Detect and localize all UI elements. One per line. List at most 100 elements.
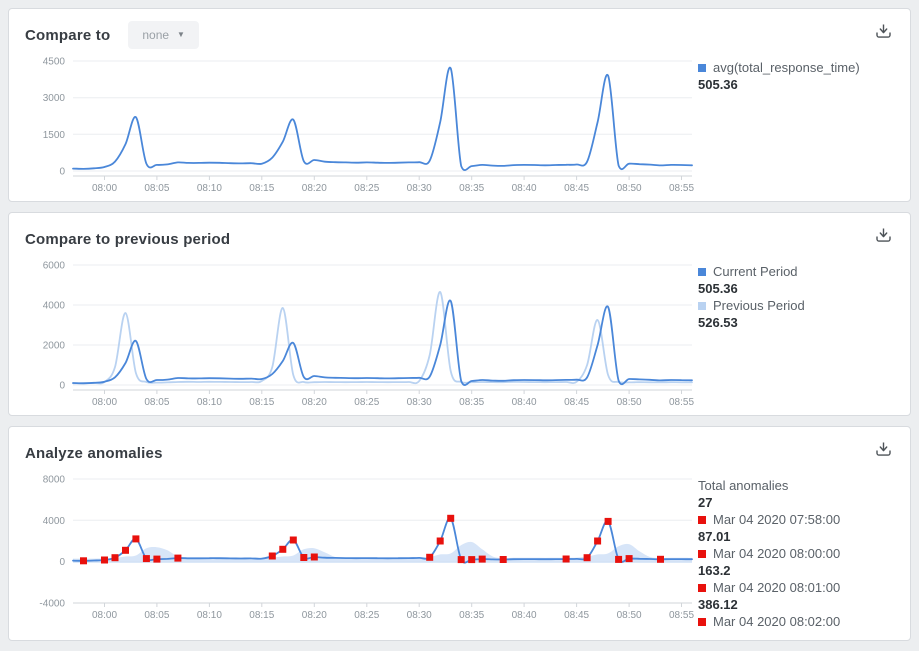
legend-label: Current Period — [698, 263, 892, 280]
legend-swatch — [698, 302, 706, 310]
chart-svg: 015003000450008:0008:0508:1008:1508:2008… — [25, 55, 702, 195]
legend-compare-to: avg(total_response_time)505.36 — [698, 59, 892, 93]
x-tick-label: 08:25 — [354, 610, 379, 621]
x-tick-label: 08:30 — [407, 183, 432, 194]
anomaly-marker — [153, 556, 160, 563]
x-tick-label: 08:30 — [407, 610, 432, 621]
x-tick-label: 08:55 — [669, 397, 694, 408]
y-tick-label: 0 — [59, 557, 65, 568]
x-tick-label: 08:15 — [249, 610, 274, 621]
anomaly-marker — [615, 556, 622, 563]
legend-swatch — [698, 550, 706, 558]
y-tick-label: 1500 — [43, 130, 66, 141]
x-tick-label: 08:15 — [249, 183, 274, 194]
download-icon — [875, 23, 892, 39]
x-tick-label: 08:25 — [354, 397, 379, 408]
legend-swatch — [698, 268, 706, 276]
x-tick-label: 08:45 — [564, 610, 589, 621]
anomaly-marker — [132, 535, 139, 542]
anomaly-marker — [143, 555, 150, 562]
y-tick-label: -4000 — [39, 599, 65, 610]
anomaly-marker — [80, 557, 87, 564]
x-tick-label: 08:45 — [564, 397, 589, 408]
legend-value: 386.12 — [698, 596, 892, 613]
anomaly-marker — [112, 554, 119, 561]
legend-value: 505.36 — [698, 280, 892, 297]
x-tick-label: 08:20 — [302, 610, 327, 621]
panel-anomalies: Analyze anomalies -400004000800008:0008:… — [8, 426, 911, 641]
x-tick-label: 08:15 — [249, 397, 274, 408]
x-tick-label: 08:00 — [92, 397, 117, 408]
panel-previous-period-main: Compare to previous period 0200040006000… — [9, 213, 698, 415]
panel-anomalies-aside: Total anomalies27Mar 04 2020 07:58:0087.… — [698, 427, 910, 640]
x-tick-label: 08:30 — [407, 397, 432, 408]
panel-title: Compare to previous period — [25, 231, 230, 248]
x-tick-label: 08:00 — [92, 183, 117, 194]
anomaly-marker — [300, 554, 307, 561]
dashboard: { "colors": { "accent_line": "#4a87d9", … — [8, 8, 911, 641]
x-tick-label: 08:25 — [354, 183, 379, 194]
y-tick-label: 4000 — [43, 301, 66, 312]
page-title: Compare to — [25, 27, 110, 44]
series-line — [73, 300, 692, 385]
chart-compare-to[interactable]: 015003000450008:0008:0508:1008:1508:2008… — [25, 55, 698, 195]
compare-to-dropdown[interactable]: none ▼ — [128, 21, 199, 49]
legend-label: Mar 04 2020 08:00:00 — [698, 545, 892, 562]
anomaly-marker — [269, 553, 276, 560]
anomaly-marker — [584, 554, 591, 561]
download-button[interactable] — [875, 441, 892, 459]
download-button[interactable] — [875, 23, 892, 41]
y-tick-label: 3000 — [43, 93, 66, 104]
legend-value: 163.2 — [698, 562, 892, 579]
x-tick-label: 08:55 — [669, 610, 694, 621]
anomaly-marker — [500, 556, 507, 563]
x-tick-label: 08:40 — [512, 183, 537, 194]
anomaly-marker — [479, 556, 486, 563]
download-icon — [875, 441, 892, 457]
x-tick-label: 08:20 — [302, 183, 327, 194]
legend-label: avg(total_response_time) — [698, 59, 892, 76]
legend-anomalies: Total anomalies27Mar 04 2020 07:58:0087.… — [698, 477, 892, 630]
x-tick-label: 08:40 — [512, 397, 537, 408]
panel-previous-period-header: Compare to previous period — [25, 225, 698, 253]
download-button[interactable] — [875, 227, 892, 245]
x-tick-label: 08:35 — [459, 397, 484, 408]
y-tick-label: 0 — [59, 381, 65, 392]
x-tick-label: 08:05 — [144, 610, 169, 621]
chart-anomalies[interactable]: -400004000800008:0008:0508:1008:1508:200… — [25, 473, 698, 627]
panel-anomalies-header: Analyze anomalies — [25, 439, 698, 467]
anomaly-marker — [605, 518, 612, 525]
anomaly-marker — [468, 556, 475, 563]
anomaly-marker — [447, 515, 454, 522]
chart-svg: 020004000600008:0008:0508:1008:1508:2008… — [25, 259, 702, 409]
x-tick-label: 08:10 — [197, 183, 222, 194]
x-tick-label: 08:20 — [302, 397, 327, 408]
legend-previous-period: Current Period505.36Previous Period526.5… — [698, 263, 892, 331]
panel-previous-period-aside: Current Period505.36Previous Period526.5… — [698, 213, 910, 415]
anomaly-marker — [626, 555, 633, 562]
y-tick-label: 2000 — [43, 341, 66, 352]
anomaly-marker — [458, 556, 465, 563]
chart-svg: -400004000800008:0008:0508:1008:1508:200… — [25, 473, 702, 627]
anomaly-marker — [122, 547, 129, 554]
x-tick-label: 08:05 — [144, 397, 169, 408]
legend-label: Previous Period — [698, 297, 892, 314]
anomaly-marker — [290, 537, 297, 544]
legend-swatch — [698, 64, 706, 72]
legend-label: Mar 04 2020 08:01:00 — [698, 579, 892, 596]
dropdown-selected-value: none — [142, 28, 169, 42]
legend-label: Total anomalies — [698, 477, 892, 494]
legend-swatch — [698, 516, 706, 524]
anomaly-marker — [311, 554, 318, 561]
x-tick-label: 08:45 — [564, 183, 589, 194]
x-tick-label: 08:05 — [144, 183, 169, 194]
panel-compare-to-main: Compare to none ▼ 015003000450008:0008:0… — [9, 9, 698, 201]
legend-swatch — [698, 584, 706, 592]
legend-value: 27 — [698, 494, 892, 511]
series-line — [73, 68, 692, 171]
y-tick-label: 4500 — [43, 57, 66, 68]
legend-label: Mar 04 2020 07:58:00 — [698, 511, 892, 528]
chart-previous-period[interactable]: 020004000600008:0008:0508:1008:1508:2008… — [25, 259, 698, 409]
x-tick-label: 08:55 — [669, 183, 694, 194]
panel-compare-to: Compare to none ▼ 015003000450008:0008:0… — [8, 8, 911, 202]
